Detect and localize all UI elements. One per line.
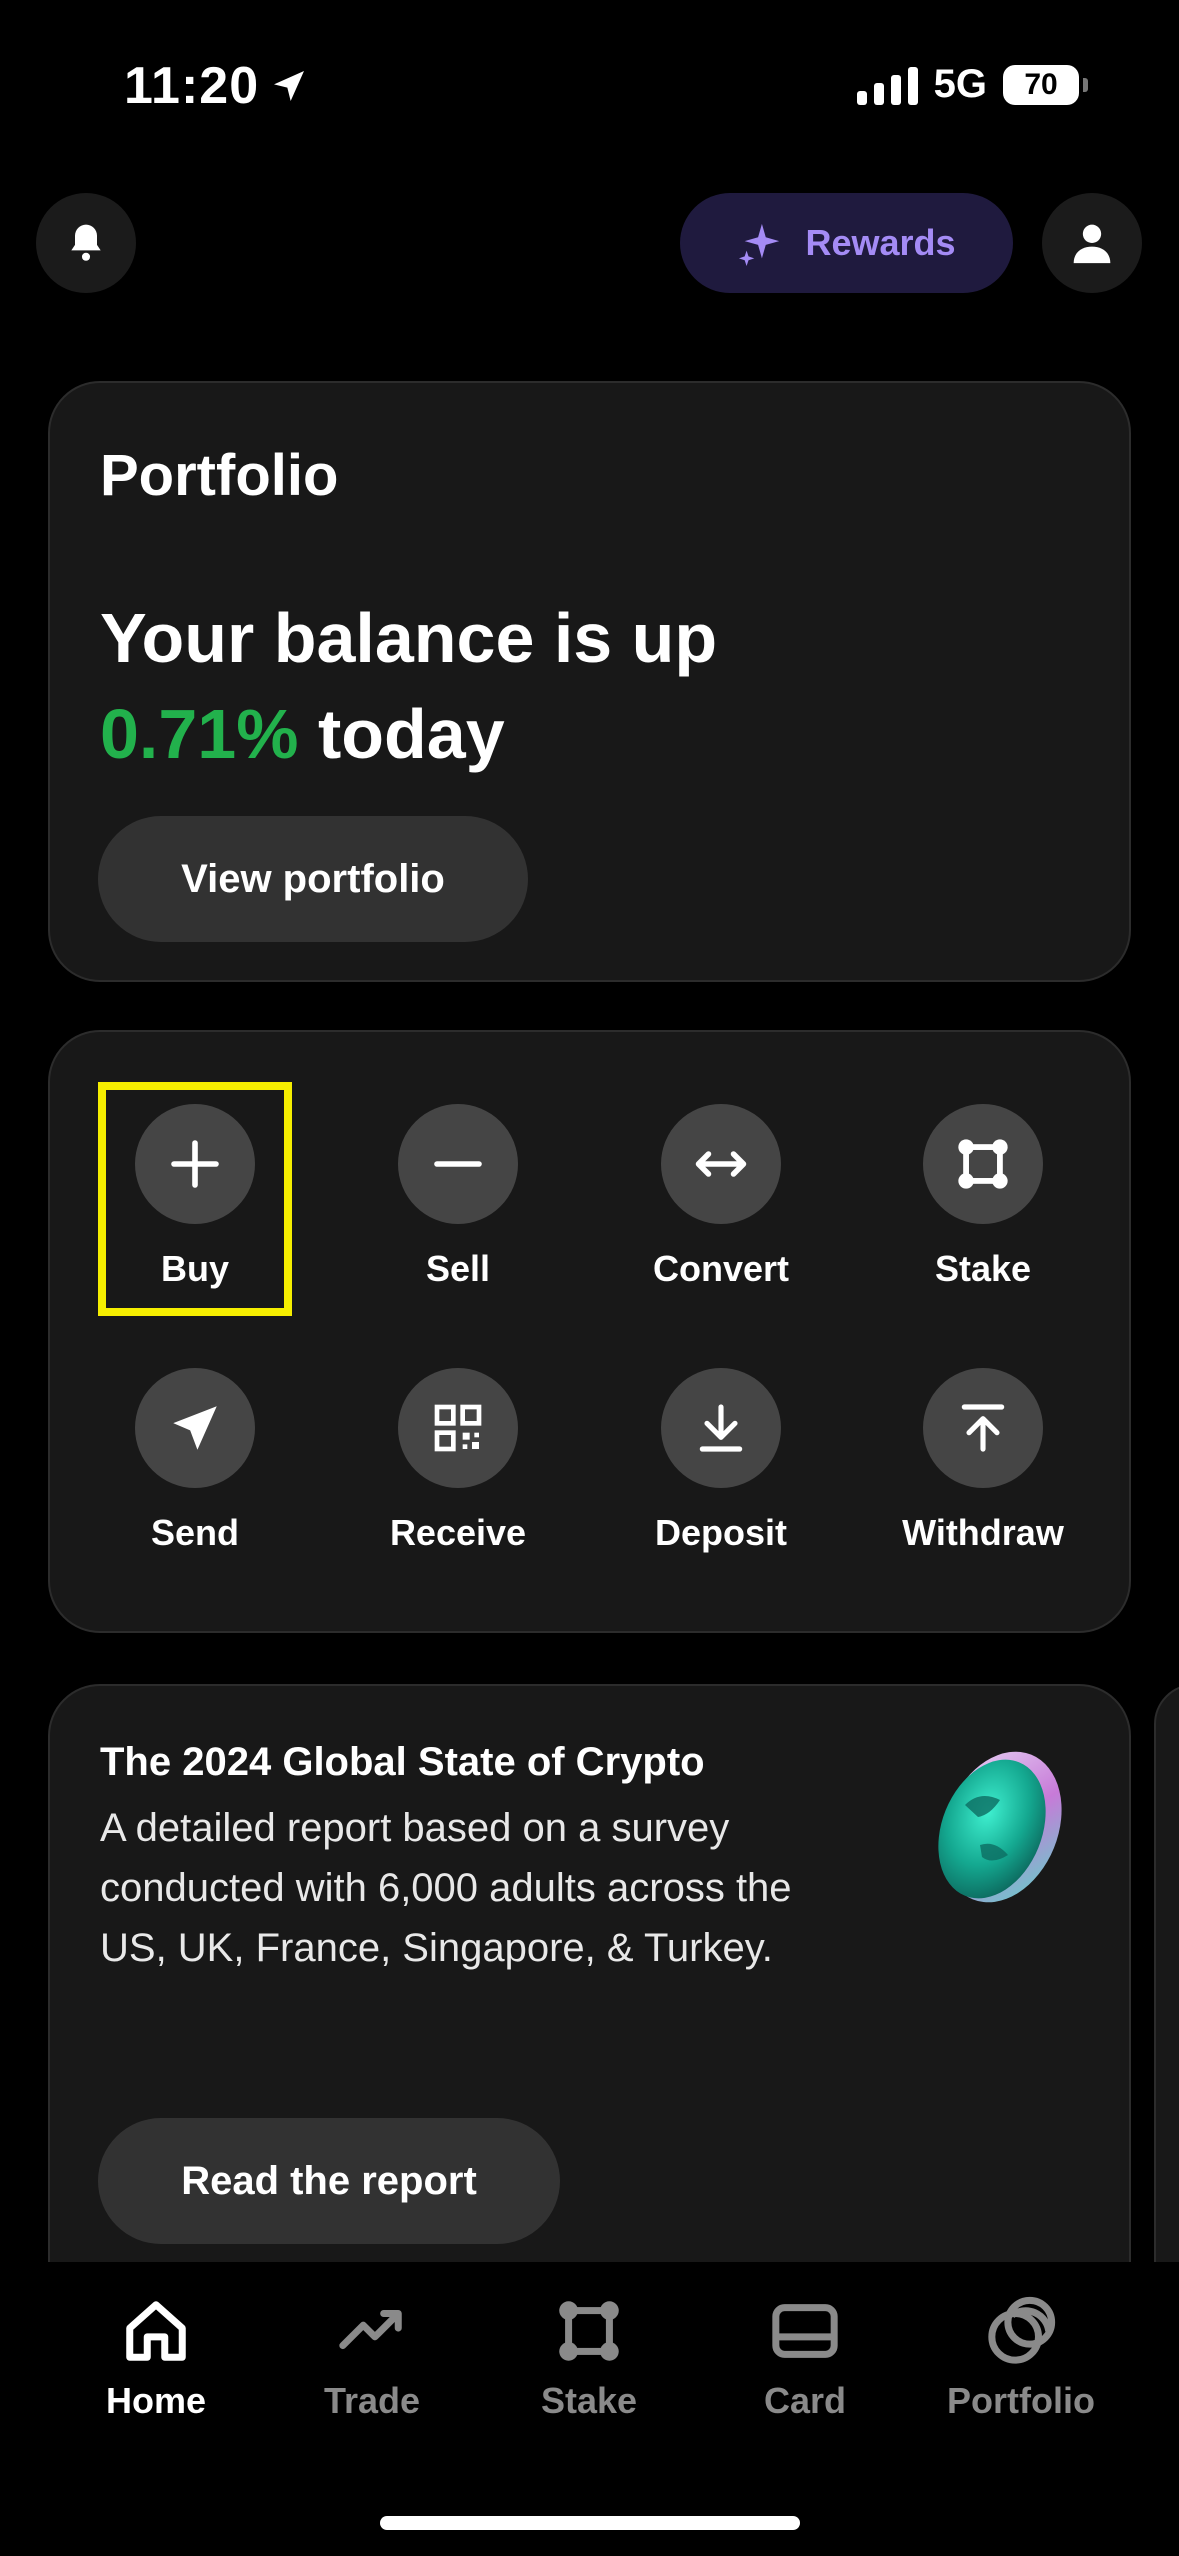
buy-highlight-box [98,1082,292,1316]
status-time: 11:20 [124,56,309,116]
withdraw-action[interactable]: Withdraw [898,1368,1068,1554]
tab-portfolio[interactable]: Portfolio [921,2296,1121,2422]
coins-icon [988,2296,1056,2364]
download-icon [699,1404,743,1452]
deposit-action[interactable]: Deposit [636,1368,806,1554]
read-report-button[interactable]: Read the report [98,2118,560,2244]
stake-nodes-icon [559,2301,619,2361]
qr-code-icon [434,1404,482,1452]
stake-nodes-icon [958,1139,1008,1189]
home-icon [126,2301,186,2361]
rewards-label: Rewards [805,222,956,263]
next-card-peek [1154,1684,1179,2324]
report-title: The 2024 Global State of Crypto [100,1740,705,1784]
report-description: A detailed report based on a survey cond… [100,1806,792,1970]
crypto-coin-image [938,1751,1062,1903]
tab-trade[interactable]: Trade [272,2296,472,2422]
trend-icon [339,2310,402,2350]
arrows-horizontal-icon [695,1151,747,1177]
send-action[interactable]: Send [110,1368,280,1554]
cellular-signal-icon [856,65,918,105]
stake-action[interactable]: Stake [898,1104,1068,1290]
tab-home[interactable]: Home [56,2296,256,2422]
tab-stake[interactable]: Stake [489,2296,689,2422]
send-arrow-icon [173,1406,217,1450]
sell-action[interactable]: Sell [373,1104,543,1290]
balance-change-percent: 0.71% [100,695,299,773]
sparkle-icon [739,223,780,266]
portfolio-title: Portfolio [100,443,339,508]
card-icon [772,2304,838,2358]
battery-icon: 70 [1003,64,1088,105]
location-arrow-icon [274,71,305,101]
tab-card[interactable]: Card [705,2296,905,2422]
person-icon [1073,224,1111,264]
status-indicators: 5G 70 [856,62,1088,107]
rewards-button[interactable]: Rewards [680,193,1013,293]
notifications-button[interactable] [36,193,136,293]
view-portfolio-button[interactable]: View portfolio [98,816,528,942]
receive-action[interactable]: Receive [373,1368,543,1554]
bell-icon [71,224,101,261]
home-indicator [380,2516,800,2530]
profile-button[interactable] [1042,193,1142,293]
upload-icon [961,1404,1005,1452]
balance-headline: Your balance is up 0.71% today [100,599,718,773]
network-type: 5G [933,62,987,106]
minus-icon [434,1161,482,1167]
convert-action[interactable]: Convert [636,1104,806,1290]
